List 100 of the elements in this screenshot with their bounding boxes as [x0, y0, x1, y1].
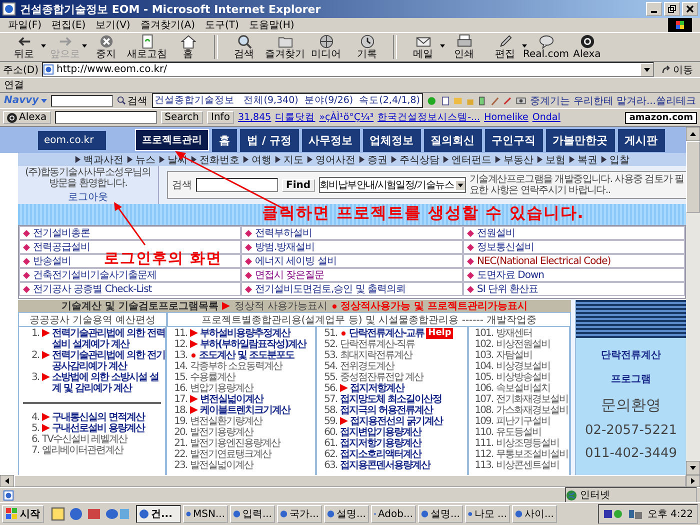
alexa-button[interactable]: Alexa: [3, 111, 51, 124]
taskbar-button[interactable]: 설명...: [418, 505, 463, 523]
toolbar-button[interactable]: 미디어: [306, 34, 346, 60]
sub-nav-link[interactable]: 증권: [368, 152, 388, 166]
menu-item[interactable]: 파일(F): [8, 18, 42, 32]
start-button[interactable]: 시작: [2, 505, 44, 523]
category-select[interactable]: 회비납부안내/시험일정/기술뉴스: [318, 177, 466, 193]
nav-tab[interactable]: 업체정보: [362, 128, 421, 152]
sub-nav-link[interactable]: 보험: [546, 152, 566, 166]
address-field[interactable]: http://www.eom.co.kr/: [42, 62, 654, 77]
program-link[interactable]: 전력기술관리법에 의한 전력설비 설계예가 계산: [52, 328, 165, 350]
toolbar-button[interactable]: Real.com: [526, 34, 566, 60]
info-button[interactable]: Info: [207, 111, 234, 124]
related-link[interactable]: 한국건설정보시스템-...: [378, 111, 480, 124]
toolbar-button[interactable]: Alexa: [567, 34, 607, 60]
menu-item[interactable]: 도움말(H): [248, 18, 294, 32]
toolbar-button[interactable]: 기록: [347, 34, 387, 60]
go-button[interactable]: 이동: [657, 62, 697, 76]
find-button[interactable]: Find: [282, 178, 315, 192]
related-link[interactable]: Homelike: [484, 112, 528, 123]
nav-tab[interactable]: 사무정보: [302, 128, 360, 152]
program-link[interactable]: 접지극의 허용전류계산: [340, 405, 432, 416]
taskbar-button[interactable]: MSN...: [183, 505, 228, 523]
menu-item[interactable]: 도구(T): [205, 18, 239, 32]
ticker-link[interactable]: 중계기는 우리한테 맡겨라...쏠리테크: [530, 94, 696, 108]
logout-link[interactable]: 로그아웃: [68, 190, 108, 204]
sub-nav-link[interactable]: 주식상담: [400, 152, 440, 166]
toolbar-button[interactable]: 검색: [224, 34, 264, 60]
quick-launch-icons-drawing[interactable]: [50, 507, 130, 521]
related-link[interactable]: Ondal: [532, 112, 560, 123]
program-link[interactable]: 접지소호리액터계산: [340, 449, 421, 460]
program-link[interactable]: 구내선로설비 용량계산: [52, 423, 144, 434]
program-link[interactable]: 케이블트렌치크기계산: [200, 405, 290, 416]
scroll-up-icon[interactable]: [686, 127, 700, 141]
help-badge[interactable]: Help: [426, 328, 454, 339]
toolbar-icons-drawing[interactable]: [427, 94, 512, 106]
toolbar-button[interactable]: 즐겨찾기: [265, 34, 305, 60]
toolbar-button[interactable]: 새로고침: [127, 34, 167, 60]
program-link[interactable]: 접지저항기용량계산: [340, 438, 421, 449]
program-link[interactable]: 접지저항계산: [350, 383, 404, 394]
menu-item[interactable]: 편집(E): [52, 18, 86, 32]
taskbar-button[interactable]: Adob...: [371, 505, 416, 523]
related-link[interactable]: »çÀÌ¹ö°Ç¼³: [319, 112, 374, 123]
sub-nav-link[interactable]: 영어사전: [316, 152, 356, 166]
rank-link[interactable]: 31,845: [238, 112, 272, 123]
sub-nav-link[interactable]: 여행: [252, 152, 272, 166]
link-text[interactable]: 반송설비: [33, 254, 71, 268]
sub-nav-link[interactable]: 엔터펀드: [452, 152, 492, 166]
program-link[interactable]: 전력기술관리법에 의한 전기공사감리예가 계산: [52, 350, 165, 372]
nav-tab[interactable]: 프로젝트관리: [135, 129, 209, 151]
program-link[interactable]: 변전실넓이계산: [200, 394, 263, 405]
sub-nav-link[interactable]: 뉴스: [136, 152, 156, 166]
sub-nav-link[interactable]: 복권: [578, 152, 598, 166]
nav-tab[interactable]: 구인구직: [484, 128, 543, 152]
taskbar-button[interactable]: 건...: [136, 505, 181, 523]
navvy-search-field[interactable]: [50, 94, 113, 106]
sub-nav-link[interactable]: 부동산: [504, 152, 534, 166]
alexa-search-field[interactable]: [54, 111, 157, 124]
program-link[interactable]: 조도계산 및 조도분포도: [199, 350, 294, 361]
related-link[interactable]: 디룰닷컴: [275, 111, 316, 124]
restore-button[interactable]: [664, 2, 680, 16]
nav-tab[interactable]: 홈: [212, 128, 237, 152]
program-link[interactable]: 접지변압기용량계산: [340, 427, 421, 438]
menu-item[interactable]: 즐겨찾기(A): [140, 18, 195, 32]
program-link[interactable]: 접지망도체 최소길이산정: [340, 394, 442, 405]
program-link[interactable]: 접지용전선의 굵기계산: [350, 416, 442, 427]
menu-item[interactable]: 보기(V): [96, 18, 130, 32]
program-link[interactable]: 부하(부하일람표작성)계산: [200, 339, 306, 350]
minimize-button[interactable]: [646, 2, 662, 16]
amazon-button[interactable]: amazon.com: [625, 112, 697, 124]
taskbar-button[interactable]: 사이...: [512, 505, 557, 523]
sub-nav-link[interactable]: 전화번호: [200, 152, 240, 166]
toolbar-button[interactable]: 홈: [168, 34, 208, 60]
program-link[interactable]: 소방법에 의한 소방시설 설계 및 감리예가 계산: [52, 372, 165, 394]
nav-tab[interactable]: 법 / 규정: [240, 128, 299, 152]
taskbar-button[interactable]: 입력...: [230, 505, 275, 523]
program-link[interactable]: 접지용콘덴서용량계산: [340, 460, 430, 471]
toolbar-button[interactable]: 메일: [403, 34, 443, 60]
scroll-right-icon[interactable]: [686, 475, 700, 487]
alexa-search-button[interactable]: Search: [160, 111, 204, 124]
taskbar-button[interactable]: 설명...: [324, 505, 369, 523]
sub-nav-link[interactable]: 입찰: [610, 152, 630, 166]
nav-tab[interactable]: 가볼만한곳: [546, 128, 615, 152]
scroll-down-icon[interactable]: [686, 461, 700, 475]
tray-icons-drawing[interactable]: [603, 508, 644, 520]
nav-tab[interactable]: 게시판: [618, 128, 665, 152]
nav-tab[interactable]: 질의회신: [424, 128, 482, 152]
program-link[interactable]: 부하설비용량추정계산: [200, 328, 290, 339]
taskbar-button[interactable]: 국가...: [277, 505, 322, 523]
toolbar-button[interactable]: 중지: [86, 34, 126, 60]
search-field[interactable]: [196, 178, 278, 192]
toolbar-button[interactable]: 편집: [485, 34, 525, 60]
navvy-search-button[interactable]: 검색: [116, 94, 148, 108]
program-link[interactable]: 구내통신실의 면적계산: [52, 412, 144, 423]
close-button[interactable]: [682, 2, 698, 16]
scroll-left-icon[interactable]: [0, 475, 14, 487]
program-link[interactable]: 단락전류계산-교류: [349, 328, 424, 339]
vertical-scrollbar[interactable]: [686, 127, 700, 475]
toolbar-button[interactable]: 인쇄: [444, 34, 484, 60]
taskbar-button[interactable]: 나모 ...: [465, 505, 510, 523]
